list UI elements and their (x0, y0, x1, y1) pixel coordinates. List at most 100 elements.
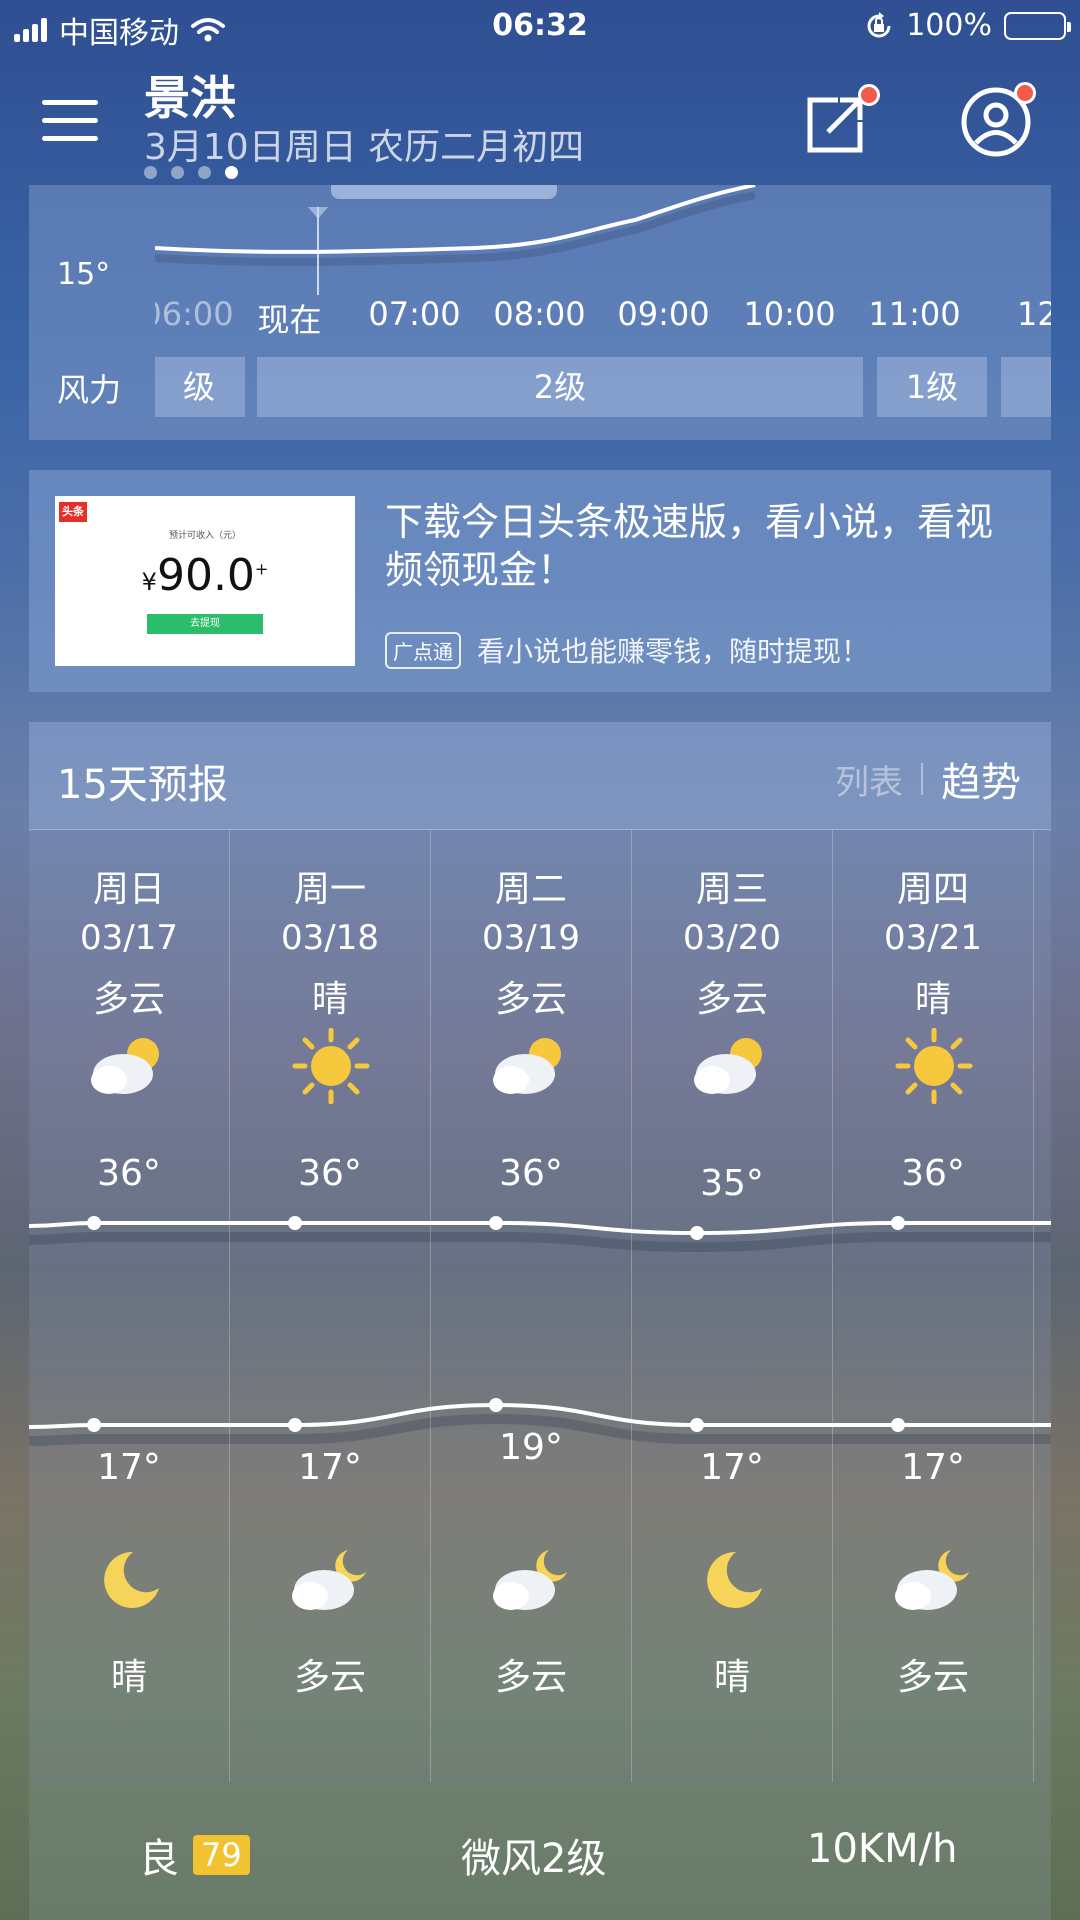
ad-thumb-amount: ¥90.0+ (55, 550, 355, 601)
partly-cloudy-night-icon (493, 1550, 567, 1610)
moon-icon (707, 1551, 762, 1608)
day-date: 03/21 (884, 918, 982, 958)
wind-speed: 10KM/h (807, 1826, 958, 1872)
ad-thumb-currency: ¥ (141, 568, 157, 596)
low-temp: 17° (97, 1447, 161, 1488)
low-temp: 17° (901, 1447, 965, 1488)
wind-segment: 级 (155, 357, 245, 417)
partly-cloudy-day-icon (694, 1038, 762, 1094)
high-temp: 36° (499, 1153, 563, 1194)
battery-icon (1004, 11, 1071, 40)
hourly-temp-scale: 15° (57, 257, 111, 292)
date-lunar: 3月10日周日 农历二月初四 (144, 127, 585, 168)
view-toggle: 列表 趋势 (835, 750, 1021, 808)
status-right: 100% (864, 8, 1071, 43)
day-date: 03/17 (80, 918, 178, 958)
day-weather: 晴 (311, 979, 348, 1020)
forecast-header: 15天预报 列表 趋势 (29, 722, 1051, 830)
page-dot-active (225, 166, 238, 179)
moon-icon (104, 1551, 159, 1608)
user-button[interactable] (960, 82, 1036, 158)
sun-icon (895, 1028, 973, 1104)
forecast-card: 15天预报 列表 趋势 周日 03/17 多云 36° 17° 晴 周一 03/… (29, 722, 1051, 1920)
day-date: 03/18 (281, 918, 379, 958)
forecast-day-column[interactable]: 周三 03/20 多云 35° 17° 晴 (632, 830, 833, 1782)
menu-icon[interactable] (42, 100, 98, 144)
night-weather: 晴 (713, 1657, 750, 1698)
night-weather: 多云 (494, 1657, 567, 1698)
day-date: 03/20 (683, 918, 781, 958)
notification-dot (858, 84, 880, 106)
hourly-time: 10:00 (743, 295, 836, 333)
hourly-track[interactable]: 06:00 现在 07:00 08:00 09:00 10:00 11:00 1… (155, 185, 1051, 440)
forecast-day-column[interactable]: 周日 03/17 多云 36° 17° 晴 (29, 830, 230, 1782)
ad-thumb-plus: + (254, 559, 269, 579)
tab-trend[interactable]: 趋势 (941, 750, 1021, 808)
share-button[interactable] (802, 84, 880, 158)
app-header: 景洪 3月10日周日 农历二月初四 (0, 60, 1080, 190)
hourly-times: 06:00 现在 07:00 08:00 09:00 10:00 11:00 1… (155, 295, 1051, 339)
partly-cloudy-day-icon (91, 1038, 159, 1094)
day-weather: 多云 (695, 979, 768, 1020)
ad-thumb-value: 90.0 (156, 550, 255, 601)
page-indicator (144, 166, 238, 179)
hourly-time: 09:00 (617, 295, 710, 333)
page-dot (198, 166, 211, 179)
toutiao-logo: 头条 (59, 502, 87, 522)
hourly-forecast-card[interactable]: 15° 06:00 现在 07:00 08:00 09:00 10:00 11:… (29, 185, 1051, 440)
high-temp: 36° (298, 1153, 362, 1194)
forecast-footer: 良 79 微风2级 10KM/h (29, 1782, 1051, 1920)
hourly-time: 08:00 (493, 295, 586, 333)
low-temp: 19° (499, 1427, 563, 1468)
ad-card[interactable]: 头条 预计可收入（元） ¥90.0+ 去提现 下载今日头条极速版，看小说，看视频… (29, 470, 1051, 692)
ad-description: 看小说也能赚零钱，随时提现！ (477, 635, 870, 668)
battery-percent: 100% (906, 8, 992, 43)
wind-segment: 2级 (257, 357, 863, 417)
ad-source-tag: 广点通 (385, 632, 461, 669)
forecast-day-column[interactable]: 周一 03/18 晴 36° 17° 多云 (230, 830, 431, 1782)
ad-thumbnail[interactable]: 头条 预计可收入（元） ¥90.0+ 去提现 (55, 496, 355, 666)
day-weather: 多云 (92, 979, 165, 1020)
day-date: 03/19 (482, 918, 580, 958)
sun-icon (292, 1028, 370, 1104)
ad-thumb-button: 去提现 (147, 614, 263, 634)
wind-segment: 1级 (877, 357, 987, 417)
wind-level: 微风2级 (461, 1836, 607, 1882)
high-temp: 36° (97, 1153, 161, 1194)
toggle-divider (921, 763, 923, 795)
partly-cloudy-day-icon (493, 1038, 561, 1094)
day-week: 周日 (92, 869, 165, 910)
day-week: 周四 (896, 869, 969, 910)
day-weather: 多云 (494, 979, 567, 1020)
forecast-title: 15天预报 (57, 762, 228, 808)
air-quality[interactable]: 良 79 (139, 1826, 250, 1884)
day-week: 周一 (293, 869, 366, 910)
night-weather: 多云 (896, 1657, 969, 1698)
high-temp: 36° (901, 1153, 965, 1194)
wind-segment (1001, 357, 1051, 417)
page-dot (144, 166, 157, 179)
day-weather: 晴 (914, 979, 951, 1020)
forecast-columns[interactable]: 周日 03/17 多云 36° 17° 晴 周一 03/18 晴 36° 17°… (29, 830, 1051, 1782)
partly-cloudy-night-icon (292, 1550, 366, 1610)
wind-label: 风力 (57, 371, 122, 409)
day-week: 周三 (695, 869, 768, 910)
ad-title[interactable]: 下载今日头条极速版，看小说，看视频领现金！ (385, 498, 1025, 594)
aqi-badge: 79 (193, 1835, 250, 1875)
ad-thumb-caption: 预计可收入（元） (168, 531, 241, 541)
page-dot (171, 166, 184, 179)
partly-cloudy-night-icon (895, 1550, 969, 1610)
rotation-lock-icon (867, 11, 891, 37)
high-temp: 35° (700, 1163, 764, 1204)
forecast-day-column[interactable]: 周二 03/19 多云 36° 19° 多云 (431, 830, 632, 1782)
night-weather: 多云 (293, 1657, 366, 1698)
tab-list[interactable]: 列表 (835, 755, 903, 804)
hourly-time: 11:00 (868, 295, 961, 333)
hourly-time: 07:00 (368, 295, 461, 333)
notification-dot (1014, 82, 1036, 104)
forecast-day-column[interactable]: 周四 03/21 晴 36° 17° 多云 (833, 830, 1034, 1782)
low-temp: 17° (298, 1447, 362, 1488)
status-bar: 中国移动 06:32 100% (0, 0, 1080, 54)
hourly-time: 12 (1017, 295, 1051, 333)
low-temp: 17° (700, 1447, 764, 1488)
